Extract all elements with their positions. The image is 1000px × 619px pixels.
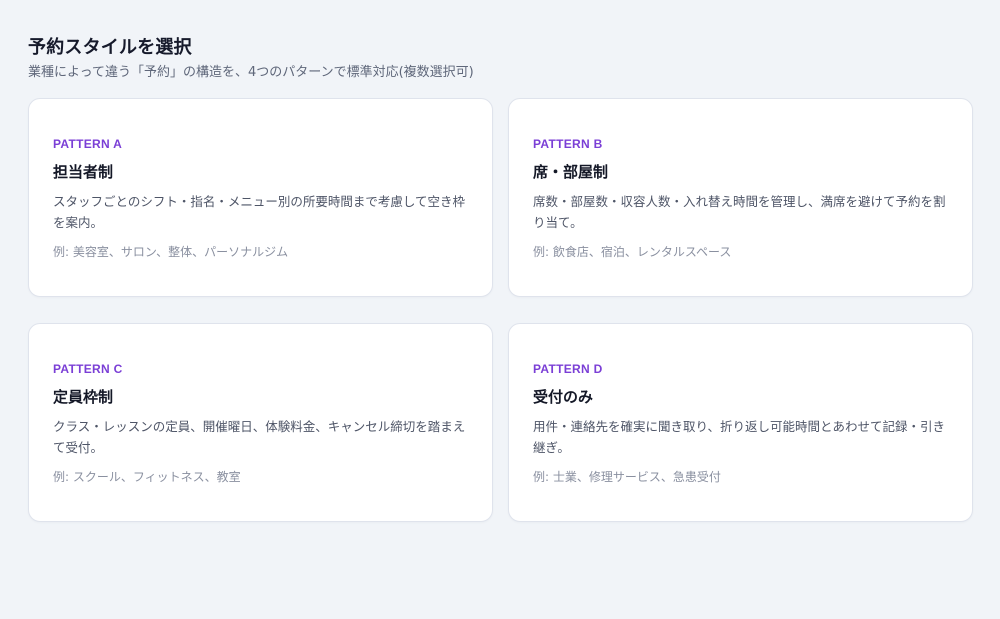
pattern-card-d[interactable]: PATTERN D 受付のみ 用件・連絡先を確実に聞き取り、折り返し可能時間とあ… (508, 323, 973, 522)
pattern-label: PATTERN C (53, 362, 123, 376)
pattern-card-c[interactable]: PATTERN C 定員枠制 クラス・レッスンの定員、開催曜日、体験料金、キャン… (28, 323, 493, 522)
pattern-label: PATTERN D (533, 362, 603, 376)
pattern-example: 例: 美容室、サロン、整体、パーソナルジム (53, 245, 289, 259)
pattern-label: PATTERN A (53, 137, 123, 151)
pattern-label: PATTERN B (533, 137, 603, 151)
pattern-example: 例: スクール、フィットネス、教室 (53, 470, 241, 484)
page-header: 予約スタイルを選択 業種によって違う「予約」の構造を、4つのパターンで標準対応(… (28, 36, 972, 82)
pattern-card-grid: PATTERN A 担当者制 スタッフごとのシフト・指名・メニュー別の所要時間ま… (28, 98, 973, 522)
pattern-description: 席数・部屋数・収容人数・入れ替え時間を管理し、満席を避けて予約を割り当て。 (533, 194, 946, 230)
reservation-style-page: 予約スタイルを選択 業種によって違う「予約」の構造を、4つのパターンで標準対応(… (0, 0, 1000, 619)
pattern-title: 受付のみ (533, 388, 594, 406)
page-title: 予約スタイルを選択 (28, 37, 192, 58)
page-subtitle: 業種によって違う「予約」の構造を、4つのパターンで標準対応(複数選択可) (28, 65, 474, 80)
pattern-description: 用件・連絡先を確実に聞き取り、折り返し可能時間とあわせて記録・引き継ぎ。 (533, 419, 946, 455)
pattern-description: スタッフごとのシフト・指名・メニュー別の所要時間まで考慮して空き枠を案内。 (53, 194, 466, 230)
pattern-example: 例: 士業、修理サービス、急患受付 (533, 470, 721, 484)
pattern-card-b[interactable]: PATTERN B 席・部屋制 席数・部屋数・収容人数・入れ替え時間を管理し、満… (508, 98, 973, 297)
pattern-title: 席・部屋制 (533, 163, 609, 181)
pattern-title: 担当者制 (53, 163, 114, 181)
pattern-card-a[interactable]: PATTERN A 担当者制 スタッフごとのシフト・指名・メニュー別の所要時間ま… (28, 98, 493, 297)
pattern-example: 例: 飲食店、宿泊、レンタルスペース (533, 245, 732, 259)
pattern-description: クラス・レッスンの定員、開催曜日、体験料金、キャンセル締切を踏まえて受付。 (53, 419, 466, 455)
pattern-title: 定員枠制 (53, 388, 114, 406)
